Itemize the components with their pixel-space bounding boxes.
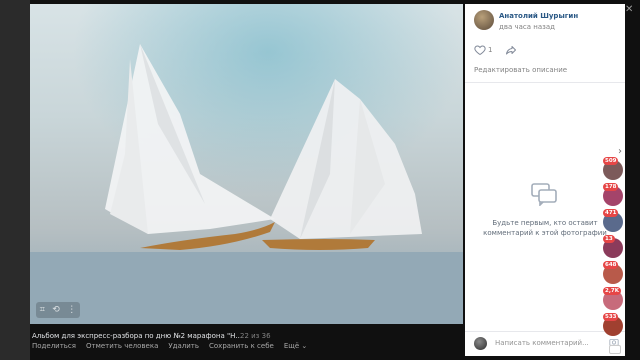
unread-badge: 648	[603, 261, 619, 269]
save-action[interactable]: Сохранить к себе	[209, 342, 274, 350]
photo-sidebar: Анатолий Шурыгин два часа назад 1 Редакт…	[465, 4, 625, 356]
divider	[465, 331, 625, 332]
close-icon[interactable]: ✕	[625, 4, 633, 15]
chat-avatar[interactable]: 178	[603, 183, 623, 206]
sailboat-painting	[30, 4, 463, 324]
photo-counter: 22 из 36	[240, 332, 271, 340]
unread-badge: 533	[603, 313, 619, 321]
chat-avatar[interactable]: 2,7K	[603, 287, 623, 310]
unread-badge: 13	[603, 235, 615, 243]
chat-avatar[interactable]: 533	[603, 313, 623, 336]
chat-icon[interactable]	[609, 345, 621, 354]
like-count: 1	[488, 46, 493, 54]
chat-avatar[interactable]: 648	[603, 261, 623, 284]
unread-badge: 471	[603, 209, 619, 217]
more-action[interactable]: Ещё ⌄	[284, 342, 307, 350]
comment-input[interactable]: Написать комментарий...	[495, 339, 589, 347]
crop-icon[interactable]: ⌗	[40, 302, 45, 318]
backdrop-left	[0, 0, 30, 360]
avatar[interactable]	[474, 10, 494, 30]
post-time: два часа назад	[499, 23, 555, 31]
comments-empty-icon	[531, 183, 557, 206]
share-icon[interactable]	[505, 44, 517, 56]
author-name[interactable]: Анатолий Шурыгин	[499, 12, 578, 20]
divider	[465, 82, 625, 83]
unread-badge: 2,7K	[603, 287, 622, 295]
album-title[interactable]: Альбом для экспресс-разбора по дню №2 ма…	[32, 332, 242, 340]
share-action[interactable]: Поделиться	[32, 342, 76, 350]
delete-action[interactable]: Удалить	[168, 342, 199, 350]
my-avatar	[474, 337, 487, 350]
tag-person-action[interactable]: Отметить человека	[86, 342, 158, 350]
chat-rail: 509 178 471 13 648 2,7K 533	[603, 157, 625, 342]
next-photo-icon[interactable]: ›	[618, 146, 622, 157]
heart-icon	[474, 45, 486, 56]
more-icon[interactable]: ⋮	[67, 302, 76, 318]
photo-actions-row: Поделиться Отметить человека Удалить Сох…	[32, 342, 307, 350]
photo-viewer[interactable]	[30, 4, 463, 324]
chat-avatar[interactable]: 509	[603, 157, 623, 180]
chat-avatar[interactable]: 13	[603, 235, 623, 258]
photo-overlay-toolbar: ⌗ ⟲ ⋮	[36, 302, 80, 318]
empty-comments-text: Будьте первым, кто оставит комментарий к…	[465, 218, 625, 238]
unread-badge: 178	[603, 183, 619, 191]
rotate-icon[interactable]: ⟲	[52, 302, 60, 318]
chat-avatar[interactable]: 471	[603, 209, 623, 232]
empty-comments-line: Будьте первым, кто оставит комментарий к…	[483, 219, 607, 237]
caption-bar: Альбом для экспресс-разбора по дню №2 ма…	[30, 328, 463, 360]
edit-description-link[interactable]: Редактировать описание	[474, 66, 567, 74]
like-button[interactable]: 1	[474, 44, 492, 56]
unread-badge: 509	[603, 157, 619, 165]
